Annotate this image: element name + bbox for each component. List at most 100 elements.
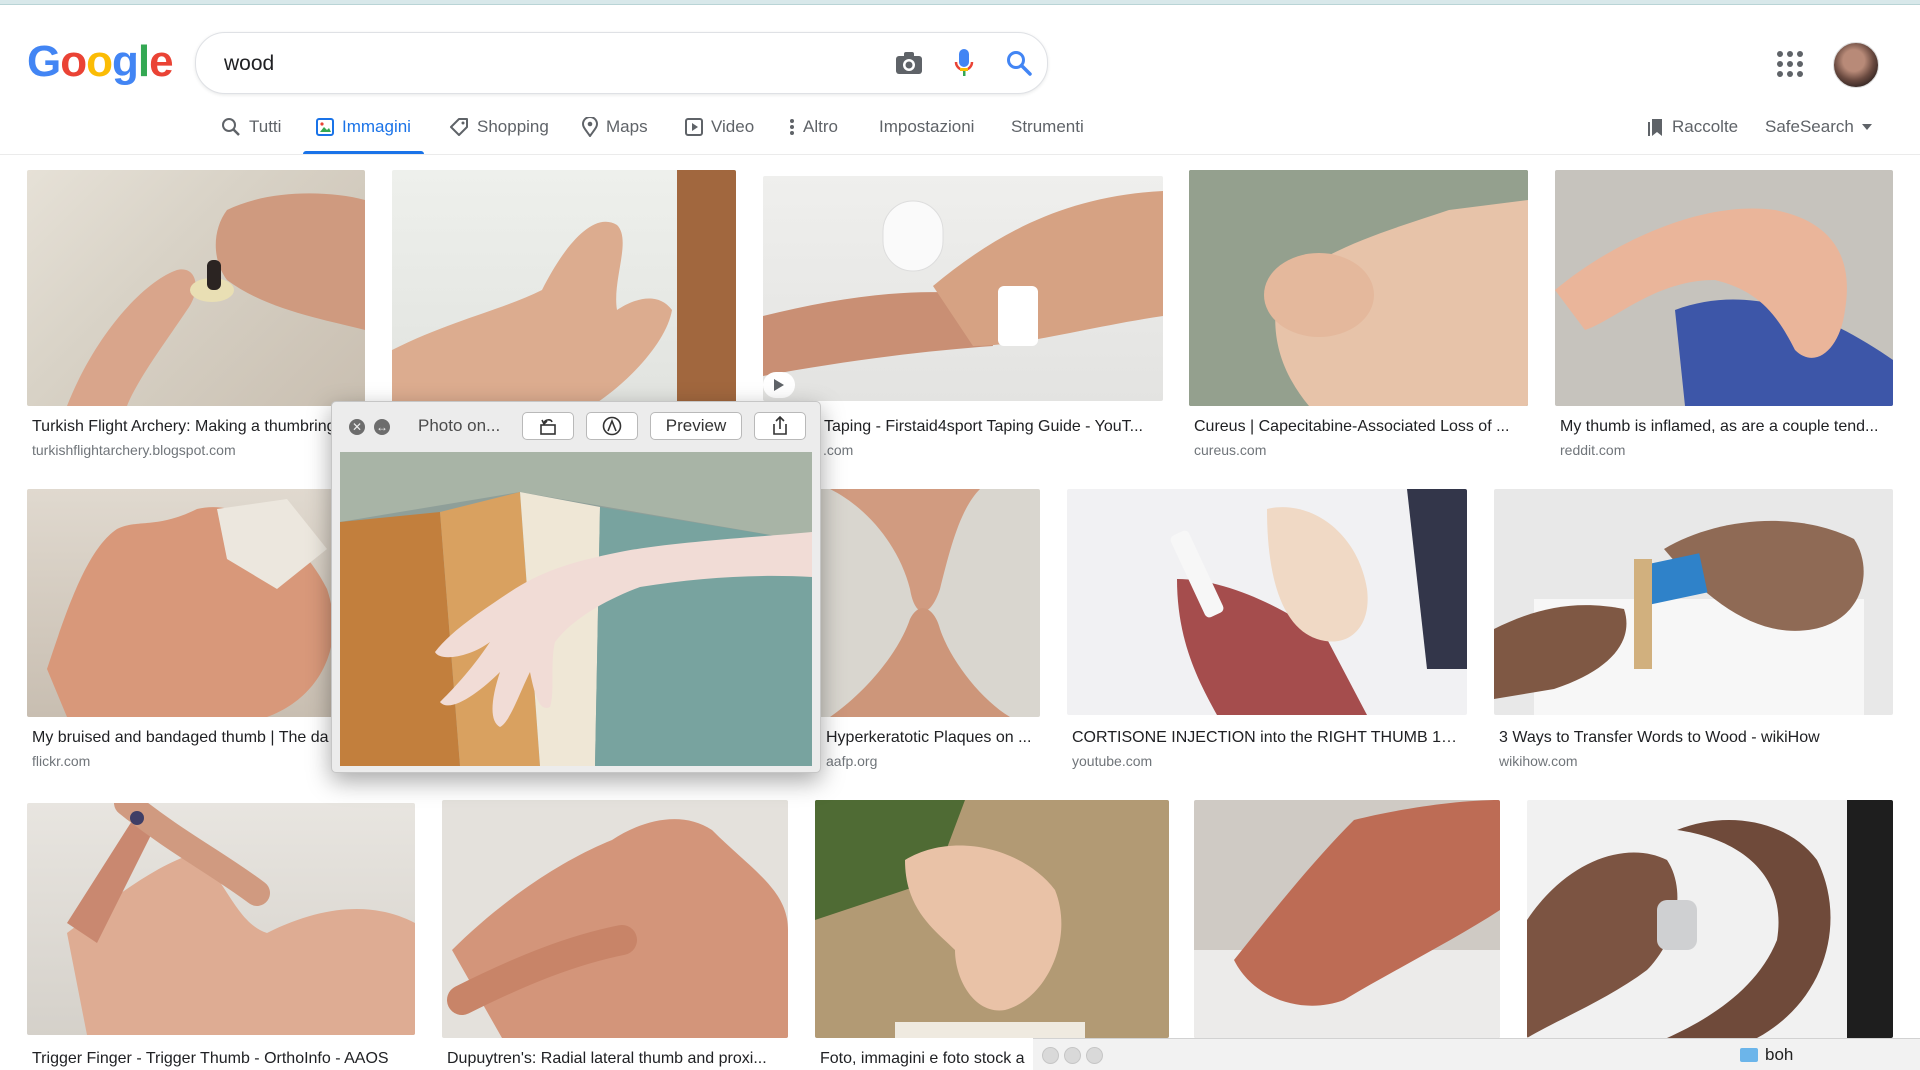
- play-icon: [685, 118, 703, 136]
- result-source[interactable]: flickr.com: [32, 753, 90, 769]
- image-result[interactable]: Trigger Finger - Trigger Thumb - OrthoIn…: [27, 803, 415, 1069]
- tab-label: Maps: [606, 117, 648, 136]
- image-result[interactable]: [1527, 800, 1893, 1038]
- safesearch-dropdown[interactable]: SafeSearch: [1765, 100, 1872, 154]
- search-box[interactable]: [195, 32, 1048, 94]
- result-caption[interactable]: 3 Ways to Transfer Words to Wood - wikiH…: [1499, 729, 1889, 747]
- tab-video[interactable]: Video: [685, 100, 754, 154]
- result-thumbnail[interactable]: [392, 170, 736, 406]
- result-source[interactable]: .com: [823, 442, 853, 458]
- result-source[interactable]: wikihow.com: [1499, 753, 1578, 769]
- result-caption[interactable]: Trigger Finger - Trigger Thumb - OrthoIn…: [32, 1050, 412, 1068]
- result-caption[interactable]: Turkish Flight Archery: Making a thumbri…: [32, 418, 357, 436]
- image-result[interactable]: Dupuytren's: Radial lateral thumb and pr…: [442, 800, 788, 1069]
- result-thumbnail[interactable]: [442, 800, 788, 1038]
- tab-shopping[interactable]: Shopping: [449, 100, 549, 154]
- result-caption[interactable]: Foto, immagini e foto stock a: [820, 1050, 1040, 1068]
- markup-button[interactable]: [586, 412, 638, 440]
- image-result[interactable]: Turkish Flight Archery: Making a thumbri…: [27, 170, 365, 462]
- search-tabs: Tutti Immagini Shopping Maps Video Altro…: [0, 100, 1920, 155]
- video-play-badge[interactable]: [763, 372, 795, 398]
- result-thumbnail[interactable]: [27, 489, 365, 717]
- result-source[interactable]: cureus.com: [1194, 442, 1266, 458]
- finder-window-strip[interactable]: boh: [1033, 1038, 1920, 1070]
- preview-title: Photo on...: [418, 416, 501, 435]
- tab-label: Strumenti: [1011, 117, 1084, 136]
- close-icon[interactable]: ✕: [349, 419, 365, 435]
- result-caption[interactable]: Taping - Firstaid4sport Taping Guide - Y…: [824, 418, 1157, 436]
- tab-label: Altro: [803, 117, 838, 136]
- result-source[interactable]: turkishflightarchery.blogspot.com: [32, 442, 236, 458]
- fullscreen-icon[interactable]: ↔: [374, 419, 390, 435]
- logo-letter: o: [86, 37, 113, 86]
- logo-letter: e: [149, 37, 174, 86]
- markup-icon: [602, 416, 622, 436]
- apps-grid-icon[interactable]: [1776, 50, 1804, 78]
- result-thumbnail[interactable]: [27, 803, 415, 1035]
- image-result[interactable]: Hyperkeratotic Plaques on ... aafp.org: [810, 489, 1040, 771]
- share-button[interactable]: [754, 412, 806, 440]
- search-icon[interactable]: [1003, 47, 1035, 79]
- search-input[interactable]: [222, 47, 826, 81]
- result-thumbnail[interactable]: [815, 800, 1169, 1038]
- result-caption[interactable]: CORTISONE INJECTION into the RIGHT THUMB…: [1072, 729, 1462, 747]
- result-thumbnail[interactable]: [1194, 800, 1500, 1038]
- tab-more[interactable]: Altro: [789, 100, 838, 154]
- result-thumbnail[interactable]: [1555, 170, 1893, 406]
- window-minimize-icon[interactable]: [1064, 1047, 1081, 1064]
- preview-button-label: Preview: [665, 416, 727, 435]
- safesearch-label: SafeSearch: [1765, 117, 1854, 136]
- share-icon: [773, 416, 787, 435]
- window-close-icon[interactable]: [1042, 1047, 1059, 1064]
- rotate-button[interactable]: [522, 412, 574, 440]
- rotate-icon: [540, 419, 556, 435]
- open-preview-button[interactable]: Preview: [650, 412, 742, 440]
- window-zoom-icon[interactable]: [1086, 1047, 1103, 1064]
- result-thumbnail[interactable]: [1527, 800, 1893, 1038]
- result-source[interactable]: youtube.com: [1072, 753, 1152, 769]
- result-caption[interactable]: Dupuytren's: Radial lateral thumb and pr…: [447, 1050, 782, 1068]
- result-caption[interactable]: Cureus | Capecitabine-Associated Loss of…: [1194, 418, 1524, 436]
- image-result[interactable]: My bruised and bandaged thumb | The da f…: [27, 489, 365, 771]
- tab-tools[interactable]: Strumenti: [1011, 100, 1084, 154]
- tab-label: Video: [711, 117, 755, 136]
- tab-label: Immagini: [342, 117, 411, 136]
- avatar[interactable]: [1833, 42, 1879, 88]
- play-icon: [774, 379, 784, 391]
- tab-images[interactable]: Immagini: [303, 100, 424, 154]
- folder-icon: [1740, 1048, 1758, 1062]
- tag-icon: [450, 118, 468, 136]
- image-result[interactable]: Cureus | Capecitabine-Associated Loss of…: [1189, 170, 1528, 462]
- microphone-icon[interactable]: [948, 47, 980, 79]
- image-result[interactable]: My thumb is inflamed, as are a couple te…: [1555, 170, 1893, 462]
- result-thumbnail[interactable]: [27, 170, 365, 406]
- result-source[interactable]: reddit.com: [1560, 442, 1625, 458]
- result-caption[interactable]: My thumb is inflamed, as are a couple te…: [1560, 418, 1890, 436]
- result-thumbnail[interactable]: [810, 489, 1040, 717]
- photo-preview-window[interactable]: ✕ ↔ Photo on... Preview: [331, 401, 821, 773]
- image-result[interactable]: Foto, immagini e foto stock a: [815, 800, 1169, 1069]
- camera-icon[interactable]: [893, 47, 925, 79]
- image-result[interactable]: CORTISONE INJECTION into the RIGHT THUMB…: [1067, 489, 1467, 771]
- more-vert-icon: [790, 119, 794, 135]
- image-result[interactable]: [1194, 800, 1500, 1038]
- search-icon: [222, 118, 240, 136]
- result-source[interactable]: aafp.org: [826, 753, 877, 769]
- result-thumbnail[interactable]: [1067, 489, 1467, 715]
- tab-all[interactable]: Tutti: [221, 100, 281, 154]
- result-caption[interactable]: My bruised and bandaged thumb | The da: [32, 729, 337, 747]
- image-result[interactable]: 3 Ways to Transfer Words to Wood - wikiH…: [1494, 489, 1893, 771]
- image-result[interactable]: Taping - Firstaid4sport Taping Guide - Y…: [763, 176, 1163, 462]
- tab-maps[interactable]: Maps: [582, 100, 648, 154]
- logo-letter: G: [27, 37, 61, 86]
- tab-settings[interactable]: Impostazioni: [879, 100, 974, 154]
- google-logo[interactable]: Google: [27, 37, 174, 86]
- map-pin-icon: [582, 117, 598, 137]
- result-thumbnail[interactable]: [1494, 489, 1893, 715]
- collections-button[interactable]: Raccolte: [1648, 100, 1738, 154]
- result-thumbnail[interactable]: [763, 176, 1163, 401]
- result-caption[interactable]: Hyperkeratotic Plaques on ...: [826, 729, 1036, 747]
- result-thumbnail[interactable]: [1189, 170, 1528, 406]
- image-result[interactable]: [392, 170, 736, 406]
- tab-label: Impostazioni: [879, 117, 975, 136]
